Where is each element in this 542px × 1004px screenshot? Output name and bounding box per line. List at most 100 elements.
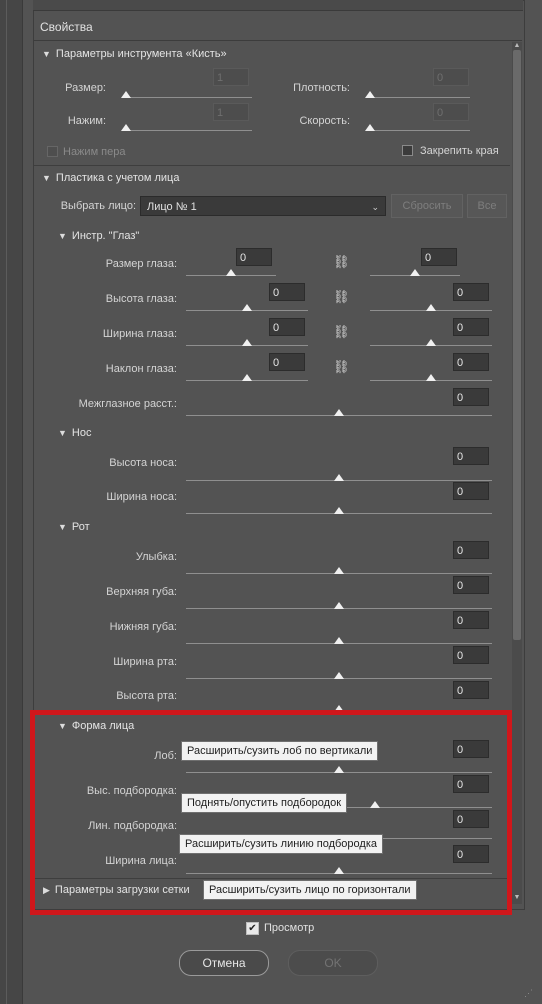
brush-density-input[interactable]: 0 — [433, 68, 469, 86]
expanded-triangle-icon: ▼ — [42, 49, 51, 59]
preview-label: Просмотр — [264, 922, 315, 934]
eye-size-left-input[interactable]: 0 — [236, 248, 272, 266]
select-face-value: Лицо № 1 — [147, 201, 197, 213]
expanded-triangle-icon: ▼ — [58, 428, 67, 438]
eye-width-label: Ширина глаза: — [102, 328, 177, 340]
eye-distance-input[interactable]: 0 — [453, 388, 489, 406]
eye-distance-slider-thumb[interactable] — [334, 409, 344, 416]
link-chain-icon[interactable]: ⛓ — [333, 289, 350, 305]
scroll-down-arrow-icon[interactable]: ▼ — [512, 894, 522, 902]
nose-subsection-title: Нос — [71, 427, 92, 439]
nose-width-label: Ширина носа: — [106, 491, 177, 503]
smile-input[interactable]: 0 — [453, 541, 489, 559]
cancel-button[interactable]: Отмена — [179, 950, 269, 976]
brush-size-input[interactable]: 1 — [213, 68, 249, 86]
stylus-pressure-checkbox[interactable] — [47, 146, 58, 157]
brush-speed-slider[interactable] — [366, 130, 470, 131]
eye-size-right-input[interactable]: 0 — [421, 248, 457, 266]
brush-speed-label: Скорость: — [299, 115, 350, 127]
eye-height-right-slider-thumb[interactable] — [426, 304, 436, 311]
expanded-triangle-icon: ▼ — [58, 231, 67, 241]
face-aware-section-title: Пластика с учетом лица — [55, 172, 180, 184]
brush-pressure-input[interactable]: 1 — [213, 103, 249, 121]
smile-label: Улыбка: — [135, 551, 177, 563]
brush-density-label: Плотность: — [293, 82, 350, 94]
mouth-width-input[interactable]: 0 — [453, 646, 489, 664]
brush-pressure-slider[interactable] — [122, 130, 252, 131]
mouth-subsection-header[interactable]: ▼ Рот — [58, 521, 90, 533]
face-aware-section-header[interactable]: ▼ Пластика с учетом лица — [42, 172, 179, 184]
eye-tilt-right-slider-thumb[interactable] — [426, 374, 436, 381]
upper-lip-input[interactable]: 0 — [453, 576, 489, 594]
pin-edges-label: Закрепить края — [420, 145, 499, 157]
pin-edges-checkbox[interactable] — [402, 145, 413, 156]
eye-size-right-slider-thumb[interactable] — [410, 269, 420, 276]
eye-height-left-input[interactable]: 0 — [269, 283, 305, 301]
panel-title-bar: Свойства — [34, 14, 522, 41]
brush-section-header[interactable]: ▼ Параметры инструмента «Кисть» — [42, 48, 227, 60]
eyes-subsection-header[interactable]: ▼ Инстр. "Глаз" — [58, 230, 139, 242]
lower-lip-input[interactable]: 0 — [453, 611, 489, 629]
mouth-height-label: Высота рта: — [116, 690, 177, 702]
eye-width-right-input[interactable]: 0 — [453, 318, 489, 336]
expanded-triangle-icon: ▼ — [58, 522, 67, 532]
brush-speed-input[interactable]: 0 — [433, 103, 469, 121]
brush-density-slider-thumb[interactable] — [365, 91, 375, 98]
stylus-pressure-label: Нажим пера — [63, 146, 126, 158]
select-face-label: Выбрать лицо: — [60, 200, 136, 212]
reset-button[interactable]: Сбросить — [391, 194, 463, 218]
mouth-height-input[interactable]: 0 — [453, 681, 489, 699]
eye-tilt-left-slider-thumb[interactable] — [242, 374, 252, 381]
eye-height-left-slider-thumb[interactable] — [242, 304, 252, 311]
brush-size-label: Размер: — [65, 82, 106, 94]
eye-size-label: Размер глаза: — [105, 258, 177, 270]
eye-tilt-label: Наклон глаза: — [105, 363, 177, 375]
chevron-down-icon: ⌄ — [371, 202, 379, 212]
brush-size-slider[interactable] — [122, 97, 252, 98]
mouth-width-slider-thumb[interactable] — [334, 672, 344, 679]
highlight-annotation-box — [30, 710, 512, 915]
panel-title: Свойства — [40, 20, 93, 34]
eye-width-left-slider-thumb[interactable] — [242, 339, 252, 346]
mouth-width-label: Ширина рта: — [113, 656, 177, 668]
resize-grip-icon[interactable]: ⋰ — [524, 988, 534, 998]
nose-height-slider-thumb[interactable] — [334, 474, 344, 481]
preview-checkbox[interactable]: ✔ — [246, 922, 259, 935]
select-face-dropdown[interactable]: Лицо № 1 ⌄ — [140, 196, 386, 216]
eye-height-right-input[interactable]: 0 — [453, 283, 489, 301]
lower-lip-slider-thumb[interactable] — [334, 637, 344, 644]
eye-width-right-slider-thumb[interactable] — [426, 339, 436, 346]
nose-height-label: Высота носа: — [109, 457, 177, 469]
scrollbar-thumb[interactable] — [513, 50, 521, 640]
reset-all-button[interactable]: Все — [467, 194, 507, 218]
eye-tilt-left-input[interactable]: 0 — [269, 353, 305, 371]
upper-lip-label: Верхняя губа: — [106, 586, 177, 598]
smile-slider-thumb[interactable] — [334, 567, 344, 574]
brush-density-slider[interactable] — [366, 97, 470, 98]
checkmark-icon: ✔ — [248, 923, 257, 934]
upper-lip-slider-thumb[interactable] — [334, 602, 344, 609]
nose-width-input[interactable]: 0 — [453, 482, 489, 500]
scroll-up-arrow-icon[interactable]: ▲ — [512, 42, 522, 50]
panel-top-strip — [33, 0, 523, 11]
brush-speed-slider-thumb[interactable] — [365, 124, 375, 131]
nose-width-slider-thumb[interactable] — [334, 507, 344, 514]
link-chain-icon[interactable]: ⛓ — [333, 359, 350, 375]
brush-size-slider-thumb[interactable] — [121, 91, 131, 98]
brush-section-title: Параметры инструмента «Кисть» — [55, 48, 227, 60]
left-frame-line — [6, 0, 7, 1004]
section-divider — [34, 165, 510, 166]
eye-height-label: Высота глаза: — [105, 293, 177, 305]
eye-size-left-slider-thumb[interactable] — [226, 269, 236, 276]
mouth-subsection-title: Рот — [71, 521, 90, 533]
eye-width-left-input[interactable]: 0 — [269, 318, 305, 336]
ok-button[interactable]: OK — [288, 950, 378, 976]
lower-lip-label: Нижняя губа: — [109, 621, 177, 633]
eye-tilt-right-input[interactable]: 0 — [453, 353, 489, 371]
nose-height-input[interactable]: 0 — [453, 447, 489, 465]
eye-distance-label: Межглазное расст.: — [78, 398, 177, 410]
link-chain-icon[interactable]: ⛓ — [333, 324, 350, 340]
link-chain-icon[interactable]: ⛓ — [333, 254, 350, 270]
brush-pressure-slider-thumb[interactable] — [121, 124, 131, 131]
nose-subsection-header[interactable]: ▼ Нос — [58, 427, 91, 439]
